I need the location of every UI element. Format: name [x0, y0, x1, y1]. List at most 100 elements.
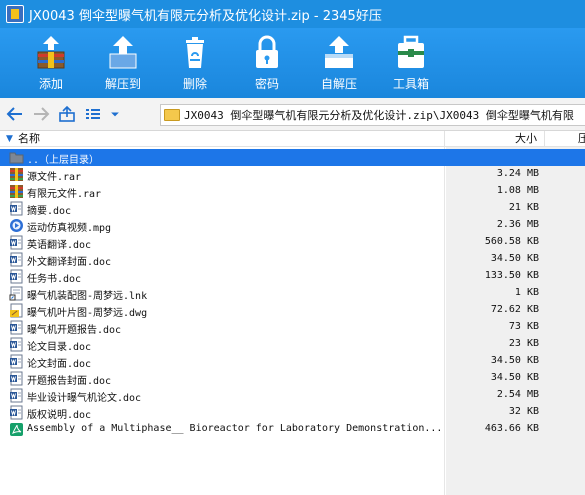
file-row[interactable]: 毕业设计曝气机论文.doc 2.54 MB [0, 387, 585, 404]
file-row[interactable]: 论文目录.doc 23 KB [0, 336, 585, 353]
file-name: 论文目录.doc [27, 342, 92, 353]
file-size: 133.50 KB [484, 270, 539, 281]
app-logo-icon [6, 5, 24, 23]
doc-file-icon [9, 320, 24, 335]
doc-file-icon [9, 388, 24, 403]
doc-file-icon [9, 354, 24, 369]
parent-folder-file-icon [9, 150, 24, 165]
main-toolbar: 添加 解压到 删除 密码 自解压 工具箱 [0, 28, 585, 98]
doc-file-icon [9, 337, 24, 352]
file-size: 1 KB [514, 287, 539, 298]
file-row[interactable]: 英语翻译.doc 560.58 KB [0, 234, 585, 251]
file-name: 源文件.rar [27, 172, 82, 183]
column-size[interactable]: 大小 [446, 131, 545, 147]
file-size: 34.50 KB [490, 253, 539, 264]
doc-file-icon [9, 371, 24, 386]
file-row[interactable]: 源文件.rar 3.24 MB [0, 166, 585, 183]
file-size: 2.36 MB [496, 219, 539, 230]
back-arrow-icon[interactable] [4, 103, 26, 125]
parent-directory-row[interactable]: ..（上层目录） [0, 149, 585, 166]
file-name: 开题报告封面.doc [27, 376, 112, 387]
doc-file-icon [9, 252, 24, 267]
delete-label: 删除 [182, 77, 207, 91]
video-file-icon [9, 218, 24, 233]
file-size: 34.50 KB [490, 372, 539, 383]
extract-to-label: 解压到 [104, 77, 141, 91]
add-button[interactable]: 添加 [15, 28, 87, 98]
file-size: 560.58 KB [484, 236, 539, 247]
folder-icon [164, 109, 180, 121]
self-extract-label: 自解压 [320, 77, 357, 91]
file-size: 2.54 MB [496, 389, 539, 400]
add-label: 添加 [38, 77, 63, 91]
doc-file-icon [9, 235, 24, 250]
file-size: 23 KB [508, 338, 539, 349]
rar-file-icon [9, 167, 24, 182]
password-button[interactable]: 密码 [231, 28, 303, 98]
chevron-down-icon[interactable] [108, 103, 122, 125]
file-row[interactable]: 曝气机装配图-周梦远.lnk 1 KB [0, 285, 585, 302]
file-name: 曝气机叶片图-周梦远.dwg [27, 308, 148, 319]
path-field[interactable]: JX0043 倒伞型曝气机有限元分析及优化设计.zip\JX0043 倒伞型曝气… [160, 104, 585, 126]
file-row[interactable]: 摘要.doc 21 KB [0, 200, 585, 217]
file-name: 有限元文件.rar [27, 189, 102, 200]
file-name: 外文翻译封面.doc [27, 257, 112, 268]
file-row[interactable]: 曝气机开题报告.doc 73 KB [0, 319, 585, 336]
file-row[interactable]: 运动仿真视频.mpg 2.36 MB [0, 217, 585, 234]
toolbox-button[interactable]: 工具箱 [375, 28, 447, 98]
file-name: 曝气机装配图-周梦远.lnk [27, 291, 148, 302]
file-name: Assembly of a Multiphase__ Bioreactor fo… [27, 423, 442, 434]
dwg-file-icon [9, 303, 24, 318]
sort-down-arrow-icon: ▼ [6, 134, 13, 144]
column-packed[interactable]: 压 [578, 131, 585, 146]
extract-icon [109, 36, 137, 69]
column-name[interactable]: ▼ 名称 [0, 131, 445, 147]
file-name: 英语翻译.doc [27, 240, 92, 251]
column-size-label: 大小 [515, 132, 537, 145]
up-folder-icon[interactable] [56, 103, 78, 125]
file-row[interactable]: 任务书.doc 133.50 KB [0, 268, 585, 285]
file-row[interactable]: Assembly of a Multiphase__ Bioreactor fo… [0, 421, 585, 438]
title-bar: JX0043 倒伞型曝气机有限元分析及优化设计.zip - 2345好压 [0, 0, 585, 28]
column-name-label: 名称 [18, 132, 40, 145]
lock-icon [256, 35, 278, 68]
file-size: 32 KB [508, 406, 539, 417]
rar-file-icon [9, 184, 24, 199]
file-name: 毕业设计曝气机论文.doc [27, 393, 142, 404]
path-text: JX0043 倒伞型曝气机有限元分析及优化设计.zip\JX0043 倒伞型曝气… [184, 109, 574, 122]
add-archive-icon [37, 36, 65, 69]
file-name: 任务书.doc [27, 274, 82, 285]
file-row[interactable]: 曝气机叶片图-周梦远.dwg 72.62 KB [0, 302, 585, 319]
self-extract-icon [325, 36, 353, 68]
file-name: 运动仿真视频.mpg [27, 223, 112, 234]
delete-icon [186, 37, 204, 68]
file-size: 21 KB [508, 202, 539, 213]
file-row[interactable]: 外文翻译封面.doc 34.50 KB [0, 251, 585, 268]
delete-button[interactable]: 删除 [159, 28, 231, 98]
file-size: 463.66 KB [484, 423, 539, 434]
file-name: 论文封面.doc [27, 359, 92, 370]
toolbox-icon [398, 35, 424, 68]
lnk-file-icon [9, 286, 24, 301]
doc-file-icon [9, 269, 24, 284]
file-row[interactable]: 版权说明.doc 32 KB [0, 404, 585, 421]
file-name: 版权说明.doc [27, 410, 92, 421]
file-size: 73 KB [508, 321, 539, 332]
window-title: JX0043 倒伞型曝气机有限元分析及优化设计.zip - 2345好压 [29, 8, 382, 24]
doc-file-icon [9, 201, 24, 216]
file-size: 3.24 MB [496, 168, 539, 179]
file-row[interactable]: 开题报告封面.doc 34.50 KB [0, 370, 585, 387]
file-row[interactable]: 论文封面.doc 34.50 KB [0, 353, 585, 370]
extract-to-button[interactable]: 解压到 [87, 28, 159, 98]
toolbox-label: 工具箱 [392, 77, 429, 91]
pdf-file-icon [9, 422, 24, 437]
file-size: 72.62 KB [490, 304, 539, 315]
column-packed-label: 压 [578, 132, 585, 145]
view-list-icon[interactable] [82, 103, 104, 125]
forward-arrow-icon[interactable] [30, 103, 52, 125]
self-extract-button[interactable]: 自解压 [303, 28, 375, 98]
file-size: 1.08 MB [496, 185, 539, 196]
file-row[interactable]: 有限元文件.rar 1.08 MB [0, 183, 585, 200]
doc-file-icon [9, 405, 24, 420]
password-label: 密码 [254, 77, 279, 91]
